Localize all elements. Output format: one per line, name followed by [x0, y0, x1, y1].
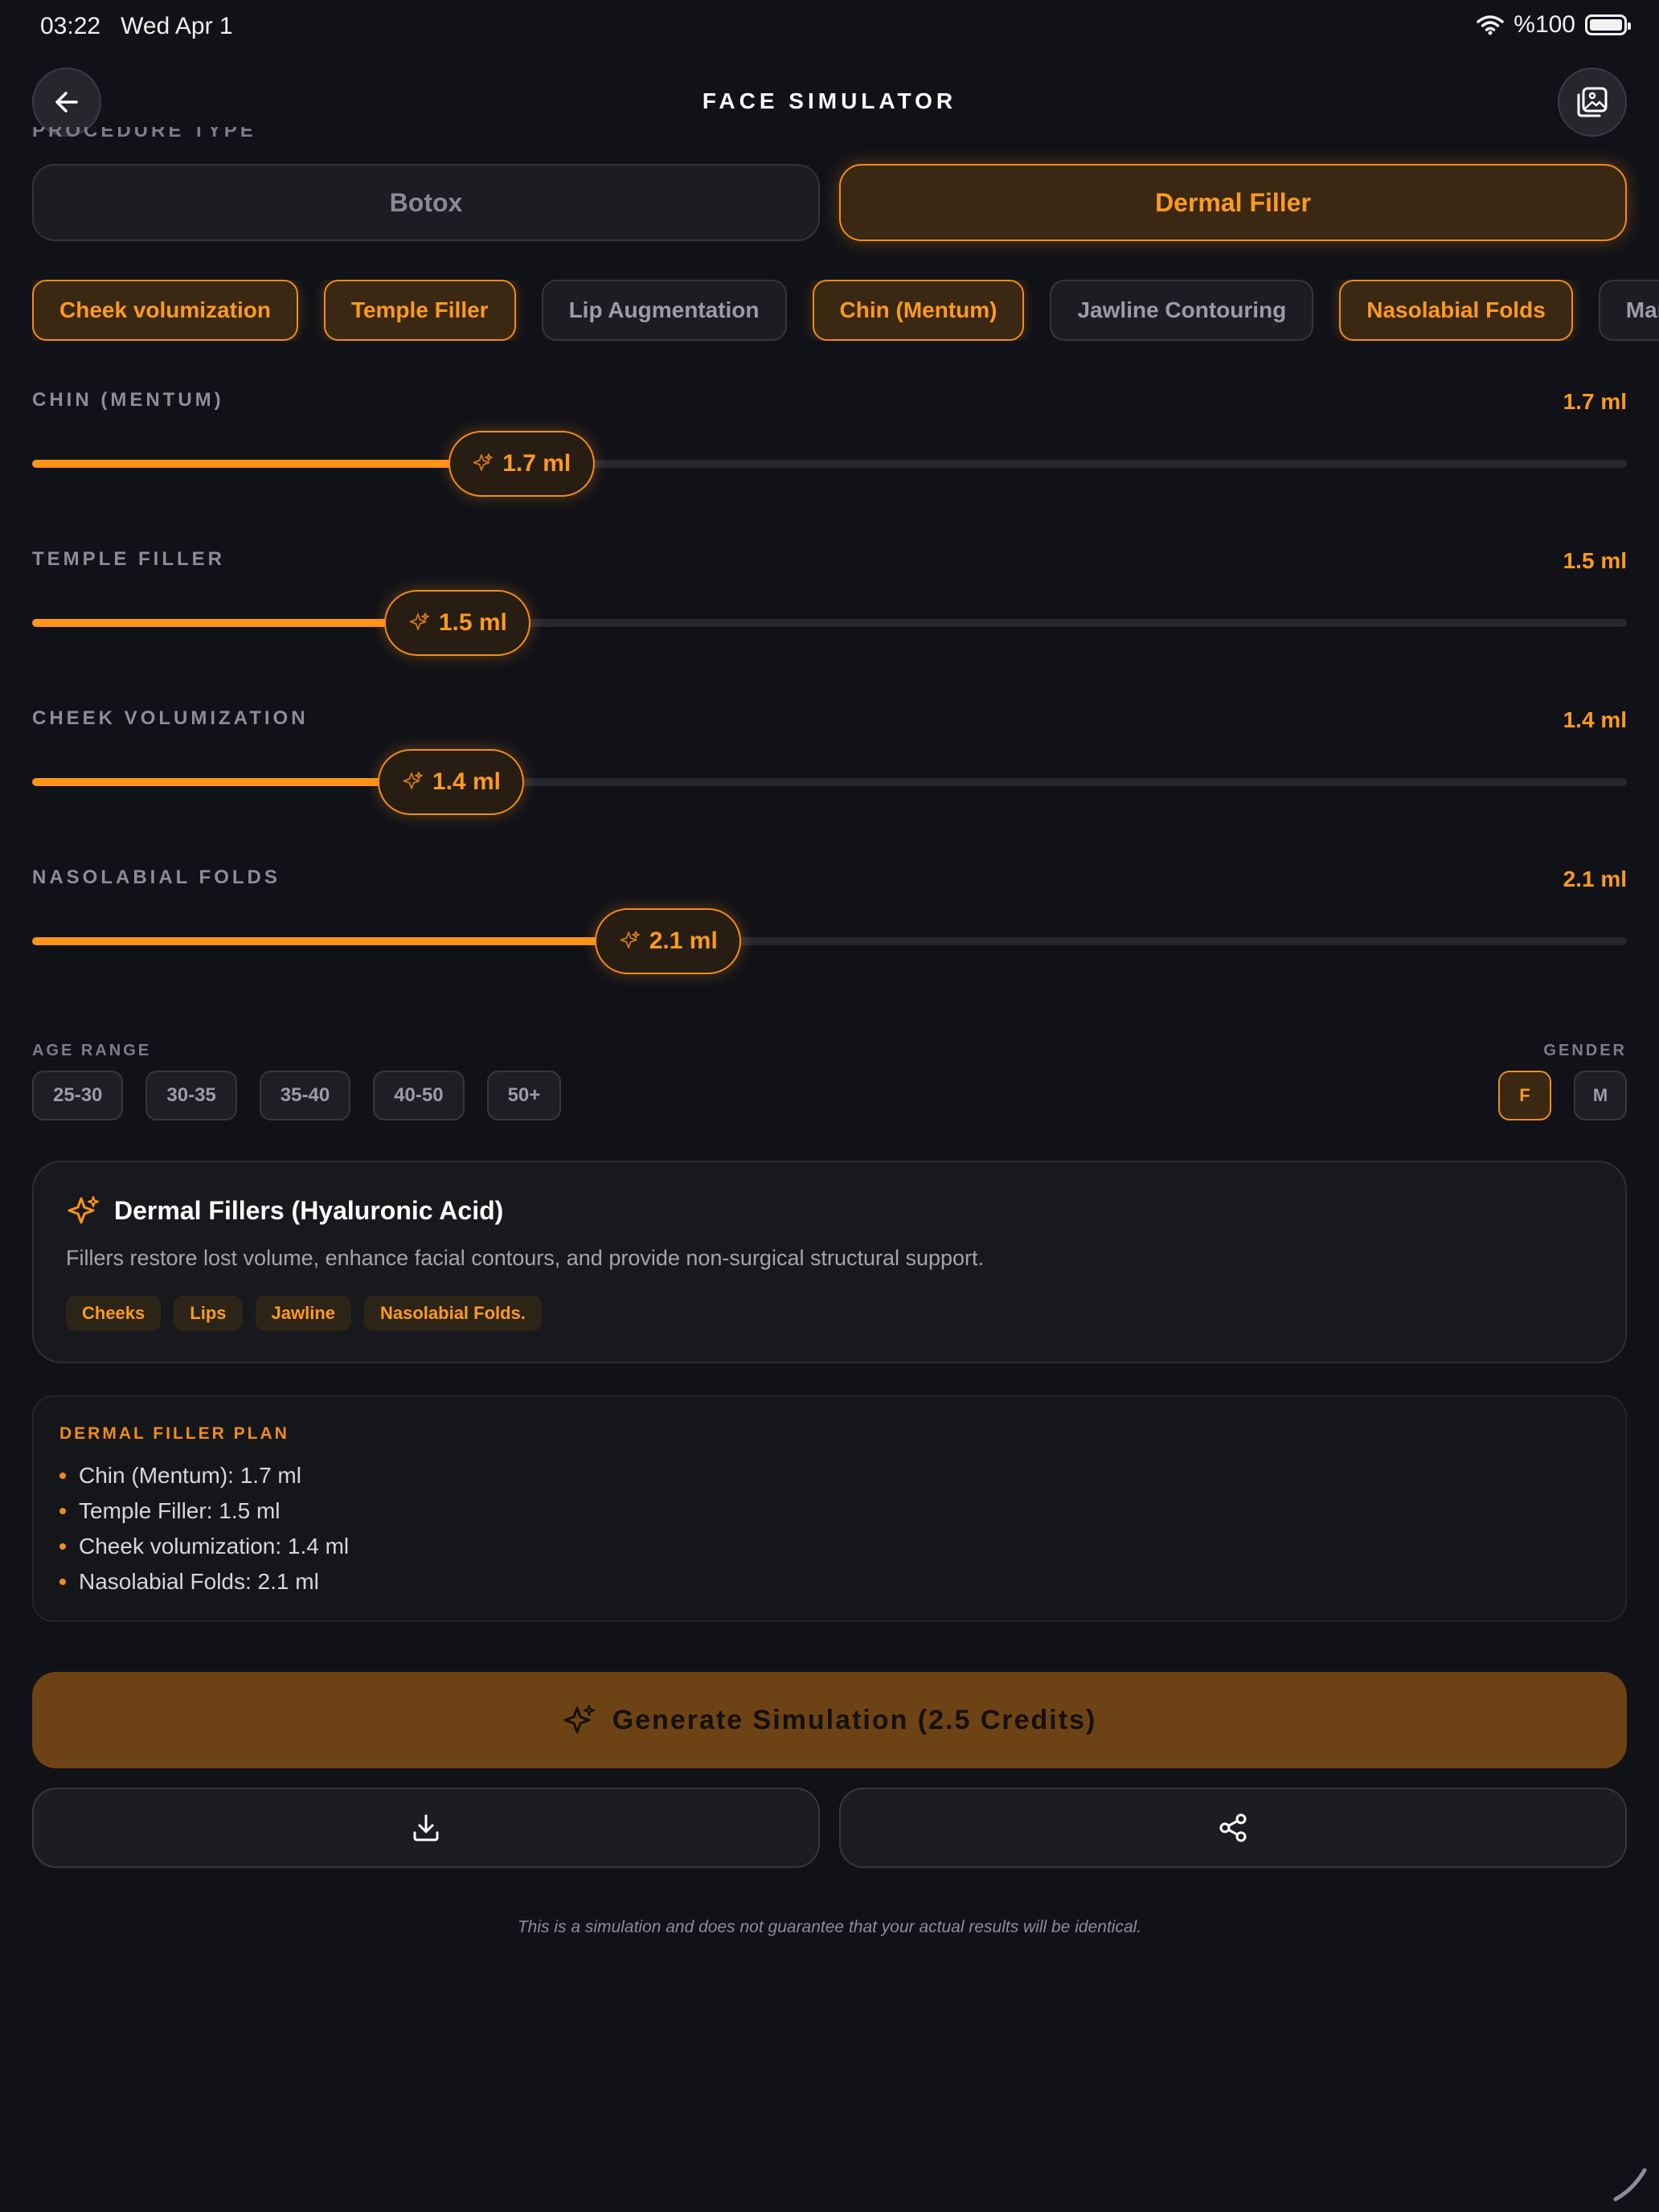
plan-item-text: Chin (Mentum): 1.7 ml	[79, 1463, 301, 1488]
slider-value: 1.7 ml	[1563, 389, 1627, 414]
plan-item-text: Temple Filler: 1.5 ml	[79, 1498, 281, 1523]
generate-simulation-button[interactable]: Generate Simulation (2.5 Credits)	[32, 1672, 1627, 1768]
slider-thumb-value: 1.7 ml	[502, 450, 571, 477]
wifi-icon	[1477, 15, 1505, 35]
plan-list: Chin (Mentum): 1.7 ml Temple Filler: 1.5…	[59, 1458, 349, 1600]
status-bar-time: 03:22 Wed Apr 1	[40, 13, 233, 40]
slider-thumb-value: 2.1 ml	[649, 928, 718, 954]
slider-value: 2.1 ml	[1563, 866, 1627, 891]
bullet-icon	[59, 1543, 66, 1550]
slider-label: CHEEK VOLUMIZATION	[32, 707, 309, 729]
download-icon	[413, 1814, 439, 1841]
disclaimer-text: This is a simulation and does not guaran…	[517, 1918, 1142, 1936]
area-chip-nasolabial-folds[interactable]: Nasolabial Folds	[1339, 280, 1573, 341]
slider-fill	[32, 937, 604, 945]
tag-nasolabial-folds: Nasolabial Folds.	[364, 1296, 542, 1331]
slider-track[interactable]	[32, 460, 1627, 468]
slider-fill	[32, 460, 457, 468]
slider-chin-mentum: CHIN (MENTUM) 1.7 ml 1.7 ml	[32, 389, 1627, 542]
bullet-icon	[59, 1579, 66, 1585]
tag-jawline: Jawline	[255, 1296, 351, 1331]
gender-label: GENDER	[1543, 1042, 1627, 1059]
plan-item: Temple Filler: 1.5 ml	[59, 1493, 349, 1529]
slider-fill	[32, 778, 387, 786]
area-chip-jawline-contouring[interactable]: Jawline Contouring	[1050, 280, 1314, 341]
clock: 03:22	[40, 13, 101, 39]
gallery-button[interactable]	[1558, 68, 1627, 137]
plan-item-text: Cheek volumization: 1.4 ml	[79, 1534, 350, 1559]
slider-thumb[interactable]: 1.5 ml	[384, 590, 531, 656]
sparkle-icon	[620, 931, 640, 948]
tag-lips: Lips	[174, 1296, 243, 1331]
plan-item: Nasolabial Folds: 2.1 ml	[59, 1564, 349, 1600]
plan-title: DERMAL FILLER PLAN	[59, 1424, 289, 1443]
image-gallery-icon	[1577, 87, 1608, 117]
age-chip-25-30[interactable]: 25-30	[32, 1071, 124, 1120]
share-icon	[1219, 1813, 1247, 1842]
page-title: FACE SIMULATOR	[702, 88, 957, 113]
slider-track[interactable]	[32, 937, 1627, 945]
filler-plan-card: DERMAL FILLER PLAN Chin (Mentum): 1.7 ml…	[32, 1395, 1627, 1622]
tag-cheeks: Cheeks	[66, 1296, 162, 1331]
info-description: Fillers restore lost volume, enhance fac…	[66, 1246, 985, 1270]
slider-thumb[interactable]: 1.7 ml	[448, 431, 595, 497]
slider-cheek-volumization: CHEEK VOLUMIZATION 1.4 ml 1.4 ml	[32, 707, 1627, 860]
slider-label: NASOLABIAL FOLDS	[32, 866, 281, 888]
slider-value: 1.4 ml	[1563, 707, 1627, 732]
slider-label: CHIN (MENTUM)	[32, 389, 224, 411]
generate-label: Generate Simulation (2.5 Credits)	[612, 1704, 1097, 1735]
area-chip-temple-filler[interactable]: Temple Filler	[323, 280, 516, 341]
slider-thumb[interactable]: 2.1 ml	[595, 908, 742, 974]
battery-percent: %100	[1514, 11, 1575, 38]
area-chip-cheek-volumization[interactable]: Cheek volumization	[32, 280, 298, 341]
age-chip-35-40[interactable]: 35-40	[259, 1071, 351, 1120]
procedure-type-label: PROCEDURE TYPE	[32, 127, 256, 141]
gender-options: F M	[1498, 1071, 1627, 1120]
battery-icon	[1585, 14, 1631, 35]
age-chip-30-35[interactable]: 30-35	[145, 1071, 237, 1120]
info-tags: Cheeks Lips Jawline Nasolabial Folds.	[66, 1296, 542, 1331]
slider-temple-filler: TEMPLE FILLER 1.5 ml 1.5 ml	[32, 548, 1627, 701]
share-button[interactable]	[839, 1788, 1627, 1868]
sparkle-icon	[563, 1705, 595, 1734]
bullet-icon	[59, 1473, 66, 1479]
plan-item: Chin (Mentum): 1.7 ml	[59, 1458, 349, 1493]
age-range-options: 25-30 30-35 35-40 40-50 50+	[32, 1071, 562, 1120]
slider-track[interactable]	[32, 619, 1627, 627]
sparkle-icon	[403, 772, 423, 789]
age-chip-50-plus[interactable]: 50+	[486, 1071, 562, 1120]
procedure-info-card: Dermal Fillers (Hyaluronic Acid) Fillers…	[32, 1161, 1627, 1363]
status-bar-right: %100	[1477, 11, 1631, 39]
corner-indicator-icon	[1613, 2168, 1647, 2202]
slider-thumb[interactable]: 1.4 ml	[378, 749, 525, 815]
area-chip-mario[interactable]: Mario	[1598, 280, 1659, 341]
area-chips-row[interactable]: Cheek volumization Temple Filler Lip Augme…	[32, 280, 1659, 341]
age-range-label: AGE RANGE	[32, 1042, 152, 1059]
plan-item-text: Nasolabial Folds: 2.1 ml	[79, 1569, 319, 1594]
area-chip-lip-augmentation[interactable]: Lip Augmentation	[541, 280, 787, 341]
slider-thumb-value: 1.5 ml	[438, 609, 507, 636]
plan-item: Cheek volumization: 1.4 ml	[59, 1529, 349, 1564]
date: Wed Apr 1	[121, 13, 233, 39]
slider-nasolabial-folds: NASOLABIAL FOLDS 2.1 ml 2.1 ml	[32, 866, 1627, 1019]
slider-fill	[32, 619, 393, 627]
procedure-dermal-filler-button[interactable]: Dermal Filler	[839, 164, 1627, 241]
slider-value: 1.5 ml	[1563, 548, 1627, 573]
slider-label: TEMPLE FILLER	[32, 548, 225, 570]
slider-thumb-value: 1.4 ml	[432, 768, 501, 795]
info-title: Dermal Fillers (Hyaluronic Acid)	[114, 1196, 504, 1225]
slider-track[interactable]	[32, 778, 1627, 786]
area-chip-chin-mentum[interactable]: Chin (Mentum)	[812, 280, 1025, 341]
sparkle-icon	[68, 1196, 99, 1224]
age-chip-40-50[interactable]: 40-50	[373, 1071, 465, 1120]
procedure-botox-button[interactable]: Botox	[32, 164, 820, 241]
gender-chip-m[interactable]: M	[1574, 1071, 1627, 1120]
sparkle-icon	[473, 453, 494, 471]
gender-chip-f[interactable]: F	[1498, 1071, 1551, 1120]
download-button[interactable]	[32, 1788, 820, 1868]
sparkle-icon	[409, 612, 429, 630]
bullet-icon	[59, 1508, 66, 1514]
